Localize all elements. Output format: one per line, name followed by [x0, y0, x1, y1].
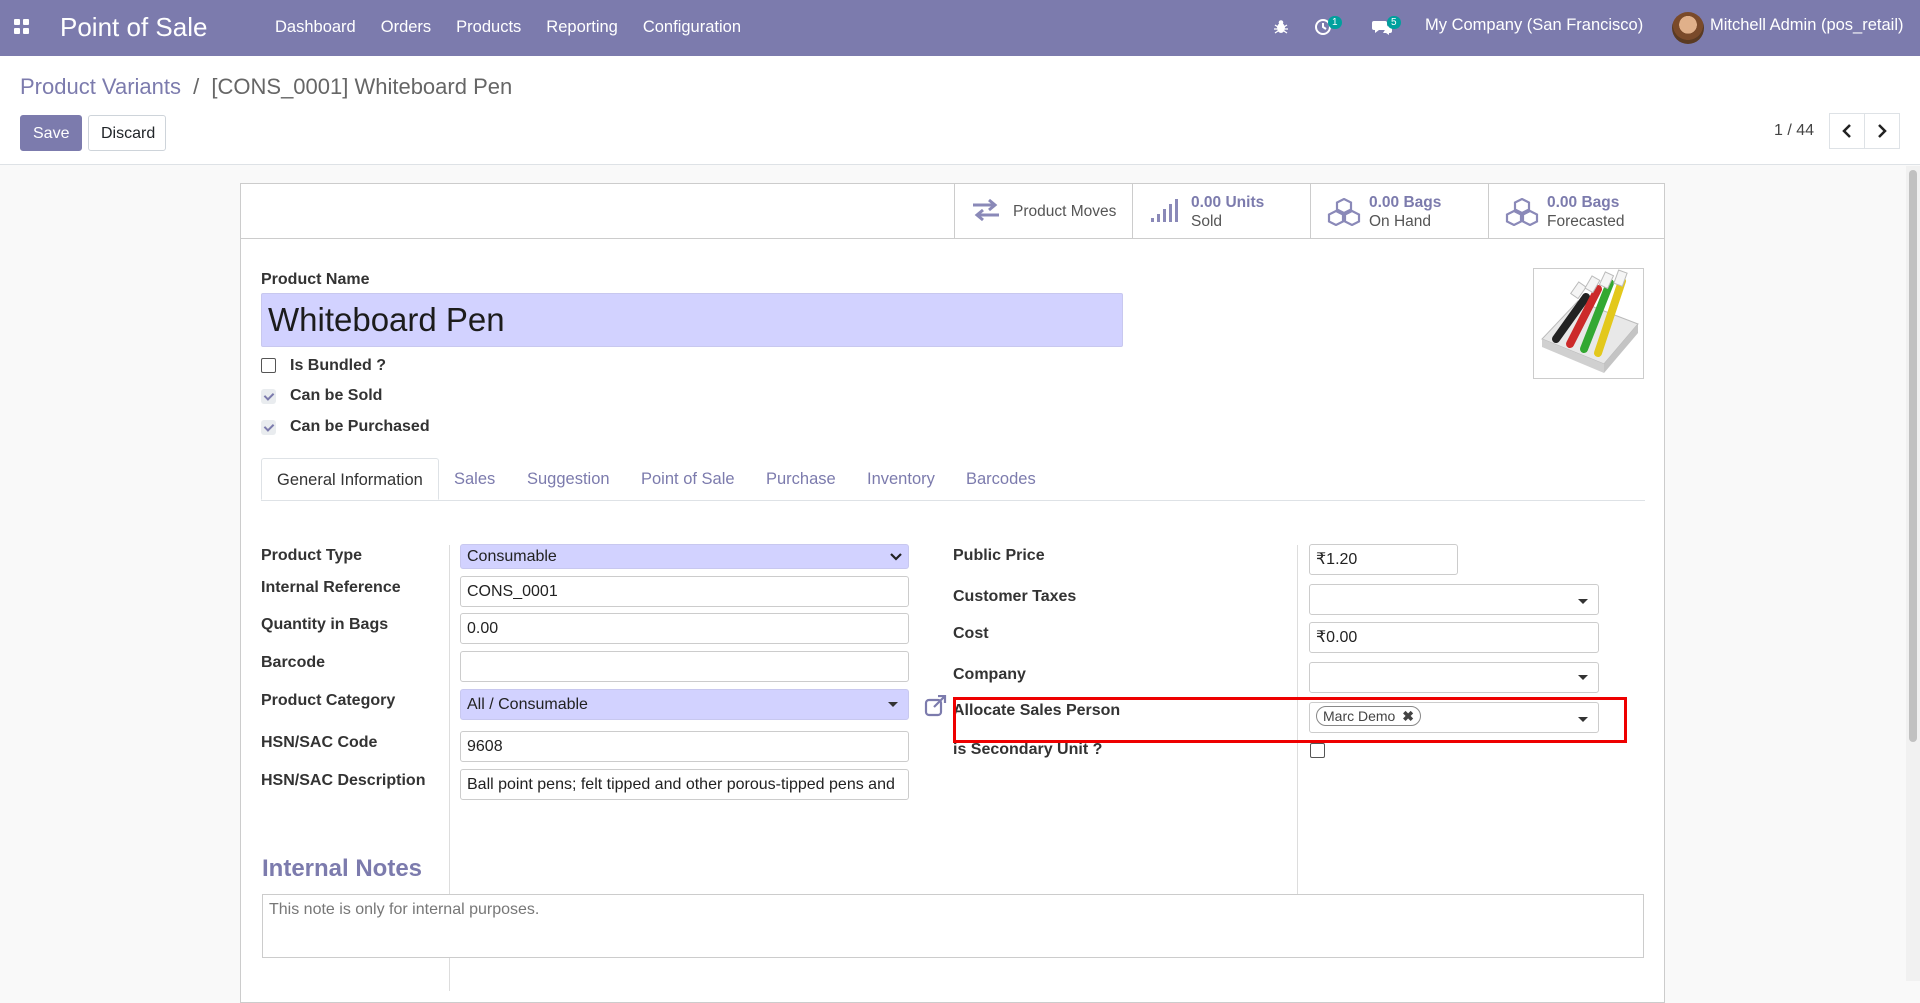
product-category-value: All / Consumable — [467, 696, 588, 713]
on-hand-button[interactable]: 0.00 Bags On Hand — [1310, 184, 1488, 238]
product-type-value: Consumable — [467, 548, 557, 565]
menu-reporting[interactable]: Reporting — [546, 18, 618, 37]
internal-reference-label: Internal Reference — [261, 579, 401, 596]
quantity-in-bags-input[interactable]: 0.00 — [460, 613, 909, 644]
is-bundled-checkbox[interactable] — [261, 358, 276, 373]
can-be-sold-label: Can be Sold — [290, 387, 383, 404]
caret-down-icon — [888, 702, 898, 707]
tab-point-of-sale[interactable]: Point of Sale — [641, 458, 735, 500]
forecasted-button[interactable]: 0.00 Bags Forecasted — [1488, 184, 1666, 238]
form-sheet: Product Moves 0.00 Units Sold 0.00 Bags … — [240, 183, 1665, 1003]
can-be-purchased-label: Can be Purchased — [290, 418, 430, 435]
notebook-tabs: General Information Sales Suggestion Poi… — [261, 458, 1645, 501]
public-price-input[interactable]: ₹1.20 — [1309, 544, 1458, 575]
product-moves-button[interactable]: Product Moves — [954, 184, 1132, 238]
product-type-select[interactable]: Consumable — [460, 544, 909, 569]
company-select[interactable] — [1309, 662, 1599, 693]
cubes-icon — [1327, 198, 1361, 226]
tab-barcodes[interactable]: Barcodes — [966, 458, 1036, 500]
forecasted-value: 0.00 Bags — [1547, 194, 1620, 211]
barcode-label: Barcode — [261, 654, 326, 671]
cost-input[interactable]: ₹0.00 — [1309, 622, 1599, 653]
company-label: Company — [953, 666, 1026, 683]
product-type-label: Product Type — [261, 547, 363, 564]
highlight-box — [953, 697, 1627, 743]
breadcrumb: Product Variants / [CONS_0001] Whiteboar… — [20, 74, 512, 100]
page-scrollbar[interactable] — [1906, 166, 1920, 981]
tab-sales[interactable]: Sales — [454, 458, 495, 500]
scrollbar-thumb[interactable] — [1909, 170, 1917, 742]
internal-notes-title: Internal Notes — [262, 855, 423, 882]
product-moves-label: Product Moves — [1013, 203, 1117, 220]
units-sold-value: 0.00 Units — [1191, 194, 1265, 211]
menu-configuration[interactable]: Configuration — [643, 18, 741, 37]
is-secondary-unit-checkbox[interactable] — [1310, 743, 1325, 758]
menu-dashboard[interactable]: Dashboard — [275, 18, 356, 37]
pager-value[interactable]: 1 / 44 — [1774, 122, 1814, 140]
product-category-select[interactable]: All / Consumable — [460, 689, 909, 720]
user-menu[interactable]: Mitchell Admin (pos_retail) — [1710, 16, 1904, 35]
menu-products[interactable]: Products — [456, 18, 521, 37]
customer-taxes-label: Customer Taxes — [953, 588, 1077, 605]
tab-inventory[interactable]: Inventory — [867, 458, 935, 500]
apps-menu-icon[interactable] — [14, 19, 30, 35]
units-sold-label: Sold — [1191, 213, 1223, 230]
tab-suggestion[interactable]: Suggestion — [527, 458, 610, 500]
external-link-icon[interactable] — [924, 695, 948, 717]
discard-button[interactable]: Discard — [88, 115, 166, 151]
user-avatar[interactable] — [1672, 12, 1704, 44]
internal-reference-input[interactable]: CONS_0001 — [460, 576, 909, 607]
breadcrumb-current: [CONS_0001] Whiteboard Pen — [211, 74, 513, 99]
product-category-label: Product Category — [261, 692, 396, 709]
company-switcher[interactable]: My Company (San Francisco) — [1425, 16, 1643, 35]
arrows-exchange-icon — [973, 198, 999, 222]
right-group-divider — [1297, 545, 1298, 951]
units-sold-button[interactable]: 0.00 Units Sold — [1132, 184, 1310, 238]
caret-down-icon — [1578, 675, 1588, 680]
activity-count-badge: 1 — [1328, 16, 1342, 29]
breadcrumb-separator: / — [193, 74, 200, 99]
forecasted-label: Forecasted — [1547, 213, 1625, 230]
barcode-input[interactable] — [460, 651, 909, 682]
product-image[interactable] — [1533, 268, 1644, 379]
public-price-label: Public Price — [953, 547, 1045, 564]
caret-down-icon — [1578, 599, 1588, 604]
quantity-in-bags-label: Quantity in Bags — [261, 616, 389, 633]
breadcrumb-product-variants[interactable]: Product Variants — [20, 74, 181, 99]
hsn-sac-code-input[interactable]: 9608 — [460, 731, 909, 762]
on-hand-value: 0.00 Bags — [1369, 194, 1442, 211]
is-secondary-unit-label: is Secondary Unit ? — [953, 741, 1103, 758]
cubes-icon — [1505, 198, 1539, 226]
save-button[interactable]: Save — [20, 115, 82, 151]
pager-next-button[interactable] — [1864, 113, 1900, 149]
can-be-purchased-checkbox[interactable] — [261, 420, 276, 435]
tab-purchase[interactable]: Purchase — [766, 458, 836, 500]
signal-bars-icon — [1151, 199, 1178, 222]
menu-orders[interactable]: Orders — [381, 18, 431, 37]
smart-button-box: Product Moves 0.00 Units Sold 0.00 Bags … — [241, 184, 1664, 239]
top-navbar: Point of Sale Dashboard Orders Products … — [0, 0, 1920, 56]
can-be-sold-checkbox[interactable] — [261, 389, 276, 404]
pager-previous-button[interactable] — [1829, 113, 1865, 149]
app-title[interactable]: Point of Sale — [60, 12, 207, 43]
message-count-badge: 5 — [1387, 16, 1401, 29]
hsn-sac-code-label: HSN/SAC Code — [261, 734, 378, 751]
tab-general-information[interactable]: General Information — [261, 458, 439, 500]
on-hand-label: On Hand — [1369, 213, 1432, 230]
debug-bug-icon[interactable] — [1273, 19, 1289, 35]
hsn-sac-description-input[interactable]: Ball point pens; felt tipped and other p… — [460, 769, 909, 800]
whiteboard-pens-image — [1541, 269, 1639, 373]
hsn-sac-description-label: HSN/SAC Description — [261, 772, 426, 789]
cost-label: Cost — [953, 625, 989, 642]
control-panel: Product Variants / [CONS_0001] Whiteboar… — [0, 56, 1920, 165]
is-bundled-label: Is Bundled ? — [290, 357, 386, 374]
chevron-down-icon — [890, 553, 902, 561]
customer-taxes-input[interactable] — [1309, 584, 1599, 615]
chevron-left-icon — [1842, 124, 1851, 138]
internal-notes-textarea[interactable]: This note is only for internal purposes. — [262, 894, 1644, 958]
product-name-input[interactable]: Whiteboard Pen — [261, 293, 1123, 347]
chevron-right-icon — [1878, 124, 1887, 138]
product-name-label: Product Name — [261, 271, 370, 288]
